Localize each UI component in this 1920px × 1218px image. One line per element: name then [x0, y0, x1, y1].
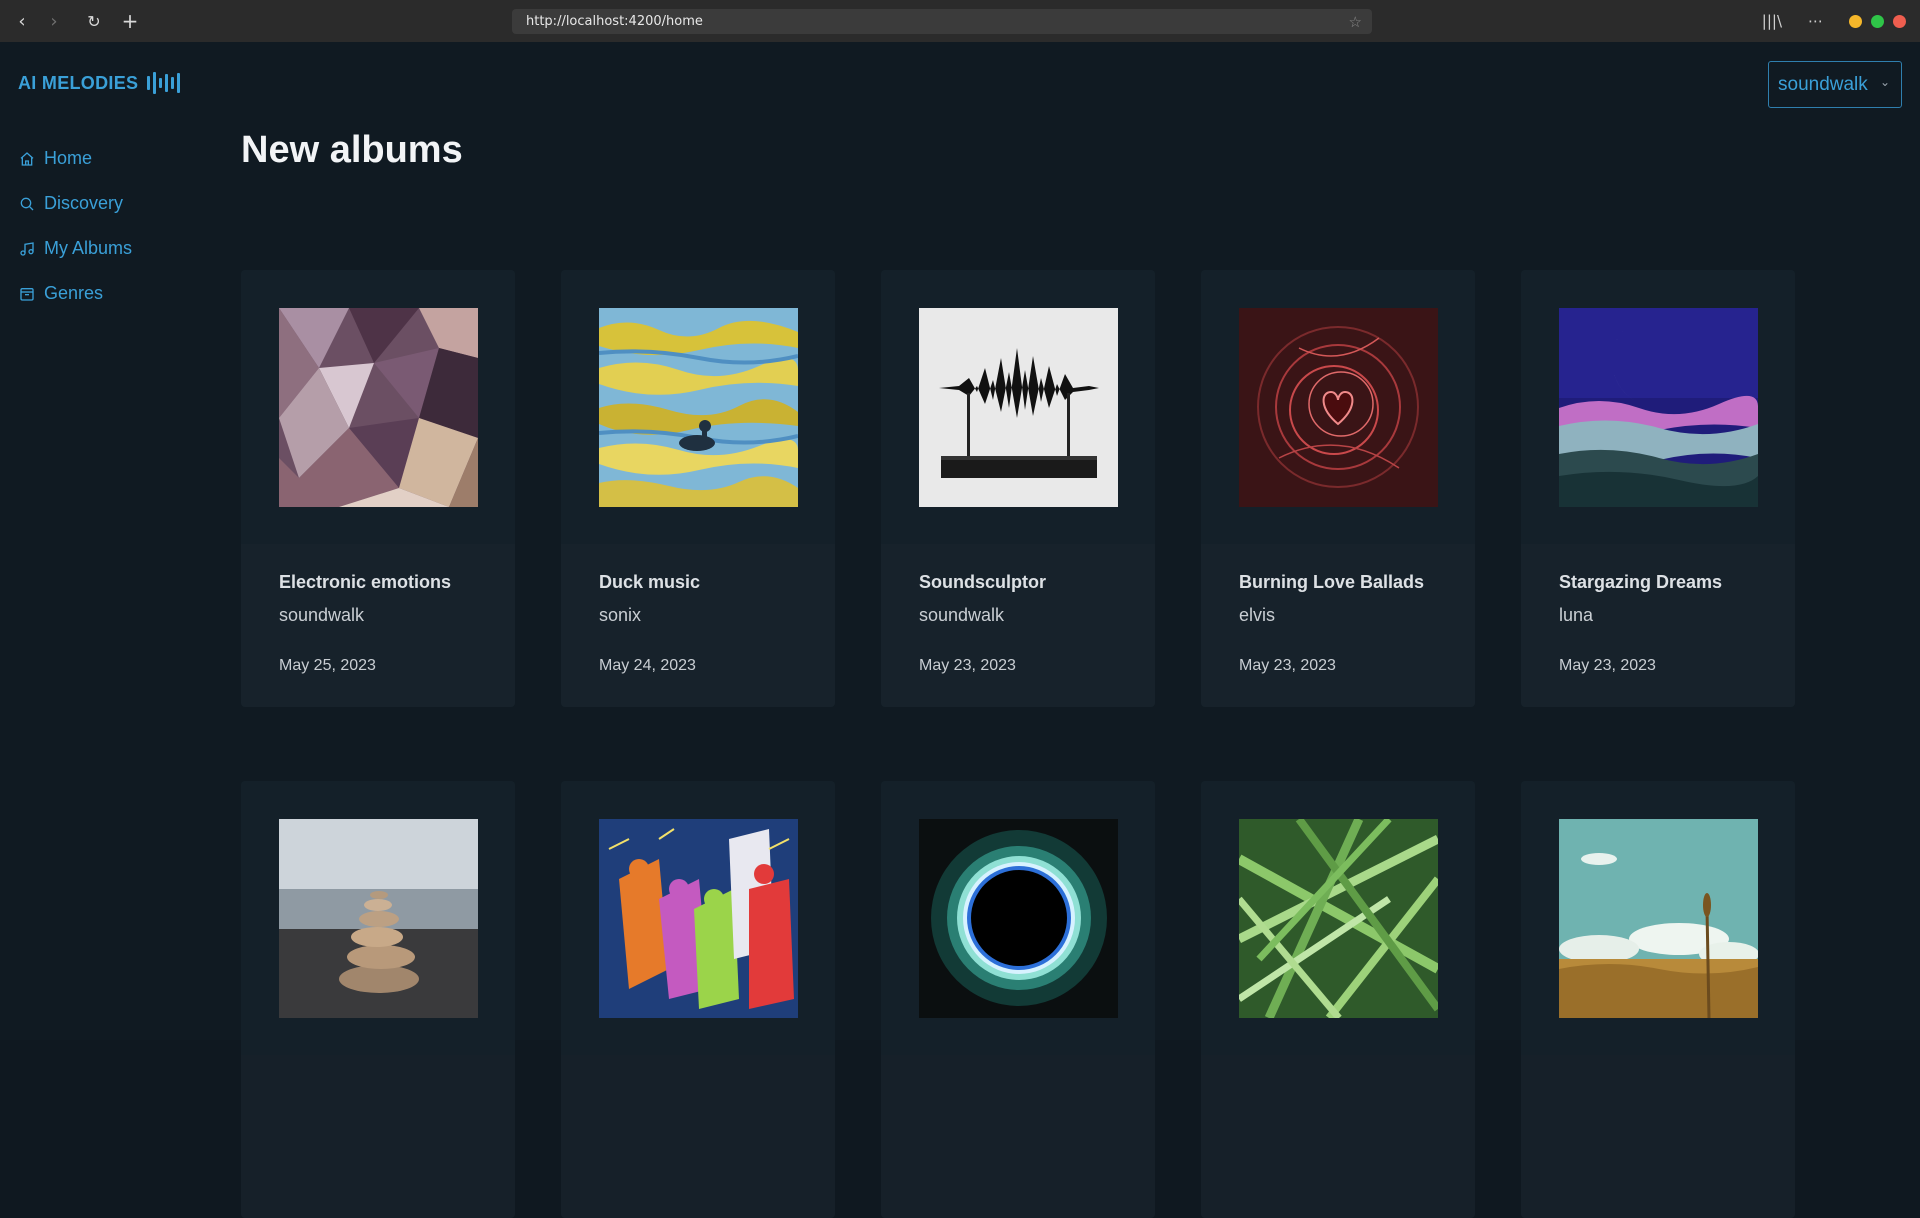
album-cover-image[interactable]: [1239, 819, 1438, 1018]
album-card[interactable]: [561, 781, 835, 1218]
album-cover-image[interactable]: [1239, 308, 1438, 507]
user-select-value: soundwalk: [1778, 73, 1868, 95]
album-cover-image[interactable]: [599, 819, 798, 1018]
app-root: AI MELODIES soundwalk ⌄ Home Discovery M…: [0, 42, 1920, 1218]
album-date: May 24, 2023: [599, 657, 696, 674]
reload-icon[interactable]: ↻: [80, 7, 108, 35]
sidebar-item-label: Home: [44, 148, 93, 168]
album-artist[interactable]: sonix: [599, 605, 835, 626]
album-card[interactable]: Electronic emotions soundwalk May 25, 20…: [241, 270, 515, 707]
album-title[interactable]: Duck music: [599, 572, 835, 593]
close-window-icon[interactable]: [1893, 14, 1906, 28]
minimize-window-icon[interactable]: [1849, 14, 1862, 28]
library-icon[interactable]: |||\: [1762, 12, 1782, 30]
album-cover-image[interactable]: [1559, 308, 1758, 507]
more-menu-icon[interactable]: ⋯: [1808, 12, 1823, 30]
album-artist[interactable]: soundwalk: [919, 605, 1155, 626]
soundwave-icon: [147, 72, 181, 94]
album-cover-image[interactable]: [919, 308, 1118, 507]
browser-toolbar: ‹ › ↻ + http://localhost:4200/home ☆ |||…: [0, 0, 1920, 42]
album-cover-image[interactable]: [919, 819, 1118, 1018]
app-logo[interactable]: AI MELODIES: [18, 72, 181, 94]
music-note-icon: [18, 240, 36, 258]
album-title[interactable]: Electronic emotions: [279, 572, 515, 593]
album-cover-image[interactable]: [599, 308, 798, 507]
album-date: May 25, 2023: [279, 657, 376, 674]
album-date: May 23, 2023: [1559, 657, 1656, 674]
sidebar-item-label: My Albums: [44, 238, 133, 258]
album-cover-image[interactable]: [279, 308, 478, 507]
album-title[interactable]: Stargazing Dreams: [1559, 572, 1795, 593]
album-card[interactable]: [1521, 781, 1795, 1218]
album-card[interactable]: Stargazing Dreams luna May 23, 2023: [1521, 270, 1795, 707]
back-icon[interactable]: ‹: [8, 7, 36, 35]
album-card[interactable]: Duck music sonix May 24, 2023: [561, 270, 835, 707]
sidebar: Home Discovery My Albums Genres: [18, 136, 198, 316]
chevron-down-icon: ⌄: [1879, 75, 1890, 89]
sidebar-item-genres[interactable]: Genres: [18, 271, 198, 316]
sidebar-item-discovery[interactable]: Discovery: [18, 181, 198, 226]
bookmark-star-icon[interactable]: ☆: [1349, 13, 1362, 31]
maximize-window-icon[interactable]: [1871, 14, 1884, 28]
album-artist[interactable]: luna: [1559, 605, 1795, 626]
album-title[interactable]: Soundsculptor: [919, 572, 1155, 593]
album-card[interactable]: [241, 781, 515, 1218]
sidebar-item-label: Discovery: [44, 193, 124, 213]
search-icon: [18, 195, 36, 213]
album-cover-image[interactable]: [1559, 819, 1758, 1018]
logo-text: AI MELODIES: [18, 72, 139, 93]
archive-icon: [18, 285, 36, 303]
sidebar-item-home[interactable]: Home: [18, 136, 198, 181]
url-bar[interactable]: http://localhost:4200/home ☆: [512, 9, 1372, 34]
album-card[interactable]: [1201, 781, 1475, 1218]
home-icon: [18, 150, 36, 168]
album-date: May 23, 2023: [919, 657, 1016, 674]
url-text: http://localhost:4200/home: [526, 14, 703, 29]
album-cover-image[interactable]: [279, 819, 478, 1018]
sidebar-item-label: Genres: [44, 283, 104, 303]
album-card[interactable]: [881, 781, 1155, 1218]
album-artist[interactable]: elvis: [1239, 605, 1475, 626]
forward-icon[interactable]: ›: [40, 7, 68, 35]
album-card[interactable]: Soundsculptor soundwalk May 23, 2023: [881, 270, 1155, 707]
user-select[interactable]: soundwalk ⌄: [1768, 61, 1902, 108]
album-artist[interactable]: soundwalk: [279, 605, 515, 626]
album-title[interactable]: Burning Love Ballads: [1239, 572, 1475, 593]
new-tab-icon[interactable]: +: [116, 7, 144, 35]
album-card[interactable]: Burning Love Ballads elvis May 23, 2023: [1201, 270, 1475, 707]
page-title: New albums: [241, 129, 463, 171]
album-date: May 23, 2023: [1239, 657, 1336, 674]
sidebar-item-my-albums[interactable]: My Albums: [18, 226, 198, 271]
